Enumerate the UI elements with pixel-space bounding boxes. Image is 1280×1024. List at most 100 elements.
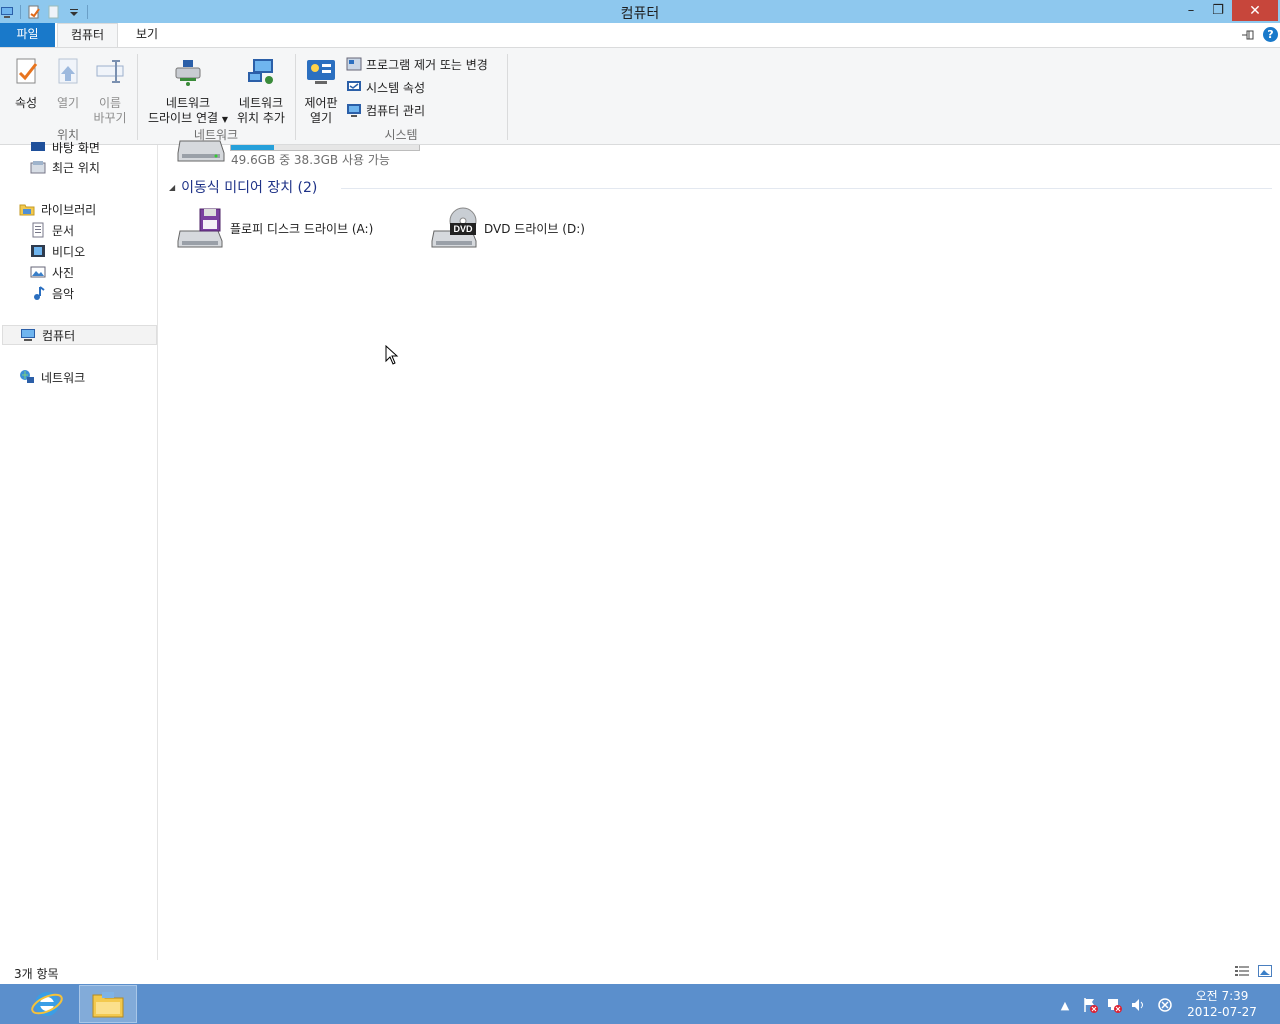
rename-label-1: 이름 (98, 96, 122, 110)
add-location-label-1: 네트워크 (238, 96, 284, 110)
nav-label-music: 음악 (52, 286, 75, 301)
taskbar-internet-explorer[interactable] (18, 985, 76, 1023)
control-panel-button[interactable]: 제어판 열기 (301, 56, 341, 126)
nav-label-libraries: 라이브러리 (41, 202, 97, 217)
map-drive-label-2: 드라이브 연결 ▼ (144, 111, 232, 127)
item-count: 3개 항목 (14, 967, 59, 981)
map-drive-label-1: 네트워크 (165, 96, 211, 110)
libraries-icon (19, 204, 35, 216)
control-panel-icon (307, 60, 335, 84)
add-network-location-button[interactable]: 네트워크 위치 추가 (234, 56, 288, 126)
group-header-removable[interactable]: ◢ 이동식 미디어 장치 (2) (169, 177, 317, 197)
network-status-icon[interactable] (1105, 996, 1123, 1014)
nav-item-desktop[interactable]: 바탕 화면 (30, 137, 100, 157)
window-title: 컴퓨터 (620, 6, 660, 22)
nav-item-network[interactable]: 네트워크 (19, 367, 85, 387)
properties-label: 속성 (14, 96, 38, 110)
file-explorer-icon (92, 992, 124, 1018)
dvd-drive-icon: DVD (431, 207, 477, 248)
nav-label-desktop: 바탕 화면 (52, 140, 100, 155)
rename-icon (96, 60, 124, 83)
chevron-down-icon[interactable]: ▼ (222, 115, 228, 124)
map-drive-label-2-text: 드라이브 연결 (147, 111, 219, 125)
nav-item-recent[interactable]: 최근 위치 (30, 157, 100, 177)
navigation-pane: 바탕 화면 최근 위치 라이브러리 문서 비디오 사진 음악 컴퓨터 네트워크 (0, 141, 158, 960)
restore-button[interactable]: ❐ (1205, 0, 1231, 21)
ribbon-tabs: 파일 컴퓨터 보기 (0, 23, 1280, 47)
content-pane: 49.6GB 중 38.3GB 사용 가능 ◢ 이동식 미디어 장치 (2) 플… (159, 140, 1280, 960)
group-header-label: 이동식 미디어 장치 (2) (181, 180, 318, 196)
tab-file[interactable]: 파일 (0, 23, 55, 47)
map-network-drive-button[interactable]: 네트워크 드라이브 연결 ▼ (144, 56, 232, 127)
device-label-floppy: 플로피 디스크 드라이브 (A:) (230, 221, 374, 236)
volume-icon[interactable] (1129, 996, 1147, 1014)
control-panel-label-2: 열기 (309, 111, 333, 125)
hard-drive-icon[interactable] (176, 135, 226, 165)
control-panel-label-1: 제어판 (304, 96, 338, 110)
nav-label-recent: 최근 위치 (52, 160, 100, 175)
documents-icon (32, 222, 44, 238)
desktop-icon (31, 142, 45, 151)
collapse-triangle-icon[interactable]: ◢ (169, 183, 175, 192)
add-location-label-2: 위치 추가 (237, 111, 285, 125)
pin-ribbon-icon[interactable] (1240, 29, 1256, 41)
network-location-icon (248, 59, 273, 84)
internet-explorer-icon (31, 992, 63, 1016)
network-icon (20, 370, 34, 383)
power-cancel-icon[interactable] (1156, 996, 1174, 1014)
floppy-drive-icon (177, 208, 223, 248)
system-properties-icon (347, 81, 361, 91)
rename-button[interactable]: 이름 바꾸기 (90, 56, 130, 126)
computer-management-button[interactable]: 컴퓨터 관리 (346, 100, 425, 120)
taskbar-file-explorer[interactable] (79, 985, 137, 1023)
open-button[interactable]: 열기 (50, 56, 86, 111)
group-separator (507, 54, 508, 140)
clock-date: 2012-07-27 (1187, 1005, 1257, 1019)
device-dvd-drive[interactable]: DVD DVD 드라이브 (D:) (430, 205, 585, 251)
uninstall-label: 프로그램 제거 또는 변경 (366, 57, 488, 72)
properties-button[interactable]: 속성 (8, 56, 44, 111)
action-center-icon[interactable] (1081, 996, 1099, 1014)
network-drive-icon (175, 60, 201, 86)
nav-label-computer: 컴퓨터 (42, 328, 76, 343)
nav-item-computer[interactable]: 컴퓨터 (2, 325, 157, 345)
nav-item-videos[interactable]: 비디오 (30, 241, 85, 261)
show-hidden-icons-button[interactable]: ▲ (1056, 996, 1074, 1014)
nav-item-documents[interactable]: 문서 (30, 220, 74, 240)
capacity-bar-fill (231, 145, 275, 150)
open-icon (58, 58, 78, 84)
programs-icon (346, 57, 362, 71)
nav-item-pictures[interactable]: 사진 (30, 262, 74, 282)
music-icon (34, 286, 45, 300)
nav-label-network: 네트워크 (41, 370, 86, 385)
tab-computer[interactable]: 컴퓨터 (57, 23, 118, 47)
close-button[interactable]: ✕ (1232, 0, 1278, 21)
system-properties-button[interactable]: 시스템 속성 (346, 77, 425, 97)
device-floppy-drive[interactable]: 플로피 디스크 드라이브 (A:) (176, 205, 373, 251)
title-bar: 컴퓨터 – ❐ ✕ (0, 0, 1280, 23)
nav-item-libraries[interactable]: 라이브러리 (19, 199, 96, 219)
computer-icon (21, 329, 35, 341)
nav-label-videos: 비디오 (52, 244, 86, 259)
ribbon: 속성 열기 이름 바꾸기 위치 네트워크 드라이브 연결 ▼ 네트워크 위치 추… (0, 47, 1280, 145)
nav-item-music[interactable]: 음악 (30, 283, 74, 303)
taskbar-clock[interactable]: 오전 7:39 2012-07-27 (1182, 988, 1262, 1020)
computer-management-icon (347, 104, 361, 117)
large-icons-view-icon[interactable] (1258, 965, 1272, 977)
recent-places-icon (30, 161, 46, 174)
minimize-button[interactable]: – (1178, 0, 1204, 21)
nav-label-documents: 문서 (52, 223, 75, 238)
mouse-cursor-icon (385, 345, 399, 365)
clock-time: 오전 7:39 (1195, 989, 1249, 1003)
taskbar: ▲ 오전 7:39 2012-07-27 (0, 984, 1280, 1024)
help-button[interactable]: ? (1263, 27, 1278, 42)
details-view-icon[interactable] (1235, 965, 1249, 977)
open-label: 열기 (56, 96, 80, 110)
videos-icon (31, 245, 45, 257)
uninstall-program-button[interactable]: 프로그램 제거 또는 변경 (346, 54, 488, 74)
properties-icon (16, 58, 38, 84)
dvd-badge: DVD (453, 224, 473, 234)
computer-management-label: 컴퓨터 관리 (366, 103, 426, 118)
tab-view[interactable]: 보기 (120, 23, 174, 47)
nav-label-pictures: 사진 (52, 265, 75, 280)
